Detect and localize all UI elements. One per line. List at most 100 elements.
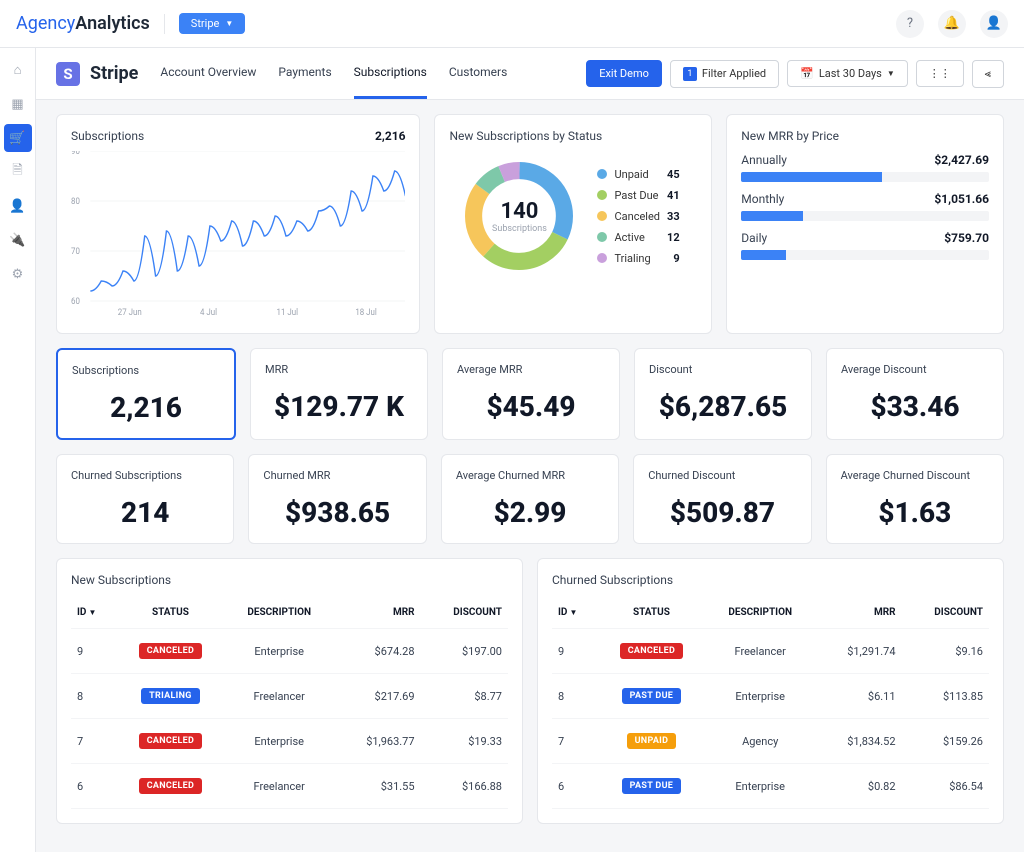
col-id[interactable]: ID▼ <box>552 597 597 629</box>
tab-payments[interactable]: Payments <box>278 48 331 99</box>
cell-id: 6 <box>552 764 597 809</box>
metric-label: Subscriptions <box>72 364 220 377</box>
tab-account-overview[interactable]: Account Overview <box>160 48 256 99</box>
svg-text:4 Jul: 4 Jul <box>200 308 217 319</box>
metric-card[interactable]: Discount$6,287.65 <box>634 348 812 440</box>
metric-card[interactable]: Average Discount$33.46 <box>826 348 1004 440</box>
table-row[interactable]: 8 TRIALING Freelancer $217.69 $8.77 <box>71 674 508 719</box>
cell-description: Enterprise <box>225 719 334 764</box>
chart-total: 2,216 <box>375 129 406 143</box>
table-row[interactable]: 8 PAST DUE Enterprise $6.11 $113.85 <box>552 674 989 719</box>
nav-settings-icon[interactable]: ⚙ <box>4 260 32 288</box>
help-icon[interactable]: ? <box>896 10 924 38</box>
col-discount[interactable]: DISCOUNT <box>421 597 508 629</box>
metric-label: Average Churned Discount <box>841 469 989 482</box>
integration-selector[interactable]: Stripe▼ <box>179 13 245 34</box>
cell-mrr: $674.28 <box>334 629 421 674</box>
sort-caret-icon: ▼ <box>88 608 96 617</box>
col-status[interactable]: STATUS <box>116 597 225 629</box>
filter-button[interactable]: 1Filter Applied <box>670 60 779 88</box>
svg-text:70: 70 <box>71 247 80 258</box>
legend-value: 12 <box>667 231 680 244</box>
line-chart: 6070809027 Jun4 Jul11 Jul18 Jul <box>71 151 405 319</box>
table-row[interactable]: 7 UNPAID Agency $1,834.52 $159.26 <box>552 719 989 764</box>
nav-home-icon[interactable]: ⌂ <box>4 56 32 84</box>
cell-status: CANCELED <box>597 629 706 674</box>
divider <box>164 14 165 34</box>
cell-mrr: $1,834.52 <box>815 719 902 764</box>
metric-card[interactable]: Average MRR$45.49 <box>442 348 620 440</box>
table-row[interactable]: 6 CANCELED Freelancer $31.55 $166.88 <box>71 764 508 809</box>
mrr-price-card: New MRR by Price Annually$2,427.69Monthl… <box>726 114 1004 334</box>
topbar: AgencyAnalytics Stripe▼ ? 🔔 👤 <box>0 0 1024 48</box>
col-mrr[interactable]: MRR <box>334 597 421 629</box>
col-description[interactable]: DESCRIPTION <box>225 597 334 629</box>
metric-label: MRR <box>265 363 413 376</box>
user-avatar-icon[interactable]: 👤 <box>980 10 1008 38</box>
table-row[interactable]: 6 PAST DUE Enterprise $0.82 $86.54 <box>552 764 989 809</box>
cell-status: TRIALING <box>116 674 225 719</box>
table-row[interactable]: 9 CANCELED Enterprise $674.28 $197.00 <box>71 629 508 674</box>
logo-part2: Analytics <box>75 13 150 34</box>
legend-dot-icon <box>597 211 607 221</box>
cell-status: CANCELED <box>116 629 225 674</box>
mrr-price-title: New MRR by Price <box>741 129 839 143</box>
col-discount[interactable]: DISCOUNT <box>902 597 989 629</box>
cell-description: Enterprise <box>706 674 815 719</box>
share-button[interactable]: ⪡ <box>972 60 1004 88</box>
status-badge: CANCELED <box>139 733 202 749</box>
metric-card[interactable]: Subscriptions2,216 <box>56 348 236 440</box>
legend-dot-icon <box>597 253 607 263</box>
metric-label: Average Discount <box>841 363 989 376</box>
progress-bar <box>741 172 989 182</box>
cell-discount: $86.54 <box>902 764 989 809</box>
svg-text:80: 80 <box>71 197 80 208</box>
col-status[interactable]: STATUS <box>597 597 706 629</box>
table-row[interactable]: 7 CANCELED Enterprise $1,963.77 $19.33 <box>71 719 508 764</box>
svg-text:18 Jul: 18 Jul <box>355 308 377 319</box>
cell-description: Enterprise <box>225 629 334 674</box>
metric-card[interactable]: Average Churned Discount$1.63 <box>826 454 1004 544</box>
cell-description: Enterprise <box>706 764 815 809</box>
status-badge: CANCELED <box>139 778 202 794</box>
integration-name: Stripe <box>191 17 220 30</box>
metric-card[interactable]: Churned MRR$938.65 <box>248 454 426 544</box>
legend-label: Trialing <box>614 252 650 265</box>
col-mrr[interactable]: MRR <box>815 597 902 629</box>
legend-dot-icon <box>597 232 607 242</box>
nav-file-icon[interactable]: 🗎 <box>4 158 32 186</box>
settings-button[interactable]: ⋮⋮ <box>916 60 964 87</box>
tab-subscriptions[interactable]: Subscriptions <box>354 48 427 99</box>
filter-count: 1 <box>683 67 697 81</box>
nav-grid-icon[interactable]: ▦ <box>4 90 32 118</box>
mrr-row-label: Annually <box>741 153 787 167</box>
logo[interactable]: AgencyAnalytics <box>16 13 150 34</box>
new-subs-table-card: New Subscriptions ID▼ STATUS DESCRIPTION… <box>56 558 523 824</box>
svg-text:90: 90 <box>71 151 80 157</box>
exit-demo-button[interactable]: Exit Demo <box>586 60 662 87</box>
metric-card[interactable]: Churned Subscriptions214 <box>56 454 234 544</box>
metric-label: Churned MRR <box>263 469 411 482</box>
nav-plug-icon[interactable]: 🔌 <box>4 226 32 254</box>
legend-item: Active 12 <box>597 231 679 244</box>
cell-id: 6 <box>71 764 116 809</box>
cell-mrr: $217.69 <box>334 674 421 719</box>
cell-id: 8 <box>552 674 597 719</box>
cell-status: UNPAID <box>597 719 706 764</box>
metric-card[interactable]: Average Churned MRR$2.99 <box>441 454 619 544</box>
date-range-button[interactable]: 📅 Last 30 Days ▼ <box>787 60 908 87</box>
table-row[interactable]: 9 CANCELED Freelancer $1,291.74 $9.16 <box>552 629 989 674</box>
notifications-icon[interactable]: 🔔 <box>938 10 966 38</box>
mrr-row-label: Monthly <box>741 192 784 206</box>
col-description[interactable]: DESCRIPTION <box>706 597 815 629</box>
subscriptions-chart-card: Subscriptions2,216 6070809027 Jun4 Jul11… <box>56 114 420 334</box>
nav-user-icon[interactable]: 👤 <box>4 192 32 220</box>
nav-cart-icon[interactable]: 🛒 <box>4 124 32 152</box>
svg-text:60: 60 <box>71 297 80 308</box>
legend-label: Active <box>614 231 644 244</box>
metric-card[interactable]: Churned Discount$509.87 <box>633 454 811 544</box>
metric-card[interactable]: MRR$129.77 K <box>250 348 428 440</box>
cell-status: PAST DUE <box>597 674 706 719</box>
tab-customers[interactable]: Customers <box>449 48 507 99</box>
col-id[interactable]: ID▼ <box>71 597 116 629</box>
